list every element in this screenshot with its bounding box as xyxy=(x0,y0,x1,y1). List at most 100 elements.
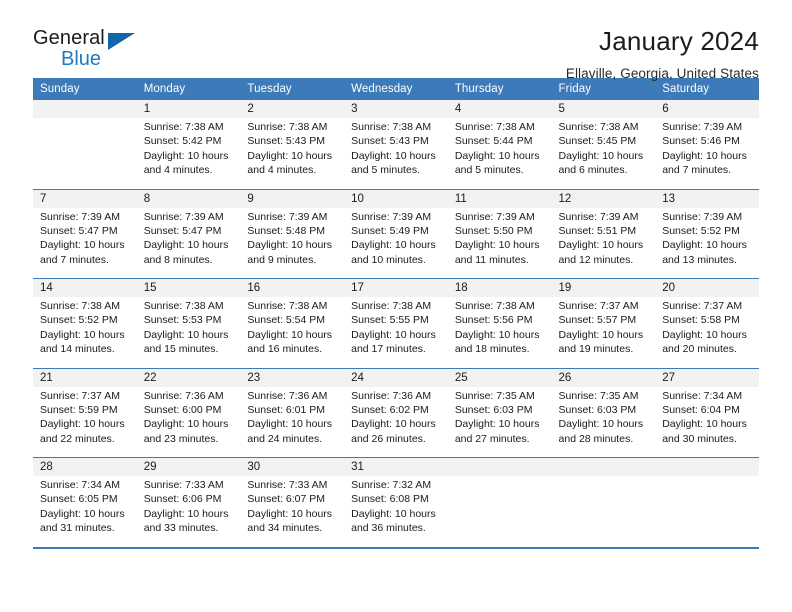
day-sunrise-text: Sunrise: 7:37 AM xyxy=(662,300,743,312)
day-daylight-1-text: Daylight: 10 hours xyxy=(662,418,747,431)
day-daylight-1-text: Daylight: 10 hours xyxy=(143,418,229,431)
day-daylight-1-text: Daylight: 10 hours xyxy=(454,149,540,162)
day-cell: Sunrise: 7:38 AM Sunset: 5:42 PM Daylight:… xyxy=(136,118,241,189)
day-sunrise-text: Sunrise: 7:38 AM xyxy=(351,121,432,133)
day-daylight-1-text: Daylight: 10 hours xyxy=(143,328,229,341)
day-number[interactable]: 25 xyxy=(447,367,552,387)
day-daylight-1-text: Daylight: 10 hours xyxy=(247,418,333,431)
day-cell: Sunrise: 7:38 AM Sunset: 5:43 PM Daylight:… xyxy=(344,118,448,189)
day-number[interactable]: 23 xyxy=(240,367,345,387)
day-number[interactable]: 29 xyxy=(136,457,241,476)
day-sunrise-text: Sunrise: 7:35 AM xyxy=(454,389,535,402)
day-daylight-1-text: Daylight: 10 hours xyxy=(40,328,125,341)
calendar-page: General Blue January 2024 Ellaville, Geo… xyxy=(0,0,792,612)
day-daylight-2-text: and 26 minutes. xyxy=(351,432,426,445)
day-number[interactable]: 2 xyxy=(240,100,345,118)
day-number[interactable]: 1 xyxy=(136,100,241,118)
day-cell: Sunrise: 7:38 AM Sunset: 5:55 PM Daylight:… xyxy=(344,297,448,368)
day-number[interactable]: 20 xyxy=(655,278,759,297)
day-number[interactable]: 27 xyxy=(655,367,759,387)
day-number[interactable]: 30 xyxy=(240,457,345,476)
day-sunset-text: Sunset: 5:50 PM xyxy=(454,224,533,237)
day-number[interactable]: 3 xyxy=(344,100,448,118)
day-sunset-text: Sunset: 6:03 PM xyxy=(454,403,533,416)
day-number[interactable]: 21 xyxy=(33,367,137,387)
day-number[interactable]: 8 xyxy=(136,188,241,208)
day-number[interactable]: 22 xyxy=(136,367,241,387)
day-number[interactable]: 13 xyxy=(655,188,759,208)
day-number[interactable]: 14 xyxy=(33,278,137,297)
day-number[interactable]: 16 xyxy=(240,278,345,297)
day-number-empty xyxy=(33,100,137,118)
day-daylight-2-text: and 13 minutes. xyxy=(662,253,737,266)
logo-text-general: General xyxy=(33,27,105,49)
day-daylight-2-text: and 7 minutes. xyxy=(662,164,732,177)
day-daylight-2-text: and 10 minutes. xyxy=(351,253,426,266)
day-cell: Sunrise: 7:34 AM Sunset: 6:05 PM Daylight:… xyxy=(33,476,137,547)
day-cell: Sunrise: 7:34 AM Sunset: 6:04 PM Daylight:… xyxy=(655,386,759,458)
day-cell: Sunrise: 7:39 AM Sunset: 5:48 PM Daylight:… xyxy=(240,207,345,279)
page-header: General Blue January 2024 Ellaville, Geo… xyxy=(33,0,759,81)
day-daylight-2-text: and 11 minutes. xyxy=(454,253,529,266)
day-number-empty xyxy=(551,457,656,476)
week-detail-row: Sunrise: 7:38 AM Sunset: 5:42 PM Daylight:… xyxy=(33,118,759,189)
day-number[interactable]: 11 xyxy=(447,188,552,208)
day-number[interactable]: 31 xyxy=(344,457,448,476)
day-daylight-1-text: Daylight: 10 hours xyxy=(558,149,644,162)
day-sunrise-text: Sunrise: 7:39 AM xyxy=(247,210,328,223)
day-number[interactable]: 9 xyxy=(240,188,345,208)
day-number[interactable]: 10 xyxy=(344,188,448,208)
day-daylight-1-text: Daylight: 10 hours xyxy=(143,149,229,162)
day-sunrise-text: Sunrise: 7:37 AM xyxy=(558,300,639,312)
day-cell: Sunrise: 7:36 AM Sunset: 6:01 PM Daylight:… xyxy=(240,386,345,458)
week-detail-row: Sunrise: 7:39 AM Sunset: 5:47 PM Daylight:… xyxy=(33,207,759,279)
day-number[interactable]: 18 xyxy=(447,278,552,297)
day-cell-empty xyxy=(447,476,552,547)
day-daylight-1-text: Daylight: 10 hours xyxy=(558,239,644,252)
day-daylight-1-text: Daylight: 10 hours xyxy=(247,239,333,252)
day-sunrise-text: Sunrise: 7:39 AM xyxy=(454,210,535,223)
day-number[interactable]: 26 xyxy=(551,367,656,387)
day-sunrise-text: Sunrise: 7:39 AM xyxy=(662,210,743,223)
general-blue-logo[interactable]: General Blue xyxy=(33,26,138,69)
day-daylight-2-text: and 22 minutes. xyxy=(40,432,115,445)
day-sunset-text: Sunset: 5:59 PM xyxy=(40,403,118,416)
day-number[interactable]: 12 xyxy=(551,188,656,208)
day-number[interactable]: 28 xyxy=(33,457,137,476)
day-sunset-text: Sunset: 5:49 PM xyxy=(351,224,429,237)
day-sunrise-text: Sunrise: 7:38 AM xyxy=(247,300,328,312)
day-daylight-1-text: Daylight: 10 hours xyxy=(351,507,436,520)
day-daylight-2-text: and 7 minutes. xyxy=(40,253,109,266)
day-daylight-1-text: Daylight: 10 hours xyxy=(143,239,229,252)
day-number[interactable]: 24 xyxy=(344,367,448,387)
page-subtitle: Ellaville, Georgia, United States xyxy=(565,66,759,81)
week-daynumber-row: 7 8 9 10 11 12 13 xyxy=(33,188,759,208)
day-sunset-text: Sunset: 6:06 PM xyxy=(143,493,222,506)
day-number-empty xyxy=(655,457,759,476)
day-daylight-2-text: and 16 minutes. xyxy=(247,343,323,356)
day-sunrise-text: Sunrise: 7:39 AM xyxy=(40,210,120,223)
day-sunset-text: Sunset: 6:08 PM xyxy=(351,493,429,506)
day-number[interactable]: 19 xyxy=(551,278,656,297)
week-detail-row: Sunrise: 7:37 AM Sunset: 5:59 PM Daylight:… xyxy=(33,386,759,458)
day-sunrise-text: Sunrise: 7:38 AM xyxy=(454,121,535,133)
day-number[interactable]: 4 xyxy=(447,100,552,118)
day-sunset-text: Sunset: 5:42 PM xyxy=(143,135,222,148)
day-daylight-2-text: and 34 minutes. xyxy=(247,522,323,535)
day-sunset-text: Sunset: 5:57 PM xyxy=(558,314,637,327)
day-number[interactable]: 15 xyxy=(136,278,241,297)
day-number[interactable]: 6 xyxy=(655,100,759,118)
day-cell: Sunrise: 7:39 AM Sunset: 5:47 PM Daylight:… xyxy=(136,207,241,279)
day-sunrise-text: Sunrise: 7:35 AM xyxy=(558,389,639,402)
weekday-header-wednesday: Wednesday xyxy=(344,78,448,100)
day-number[interactable]: 17 xyxy=(344,278,448,297)
day-daylight-1-text: Daylight: 10 hours xyxy=(454,418,540,431)
week-daynumber-row: 123456 xyxy=(33,100,759,118)
week-daynumber-row: 14 15 16 17 18 19 20 xyxy=(33,278,759,297)
day-sunrise-text: Sunrise: 7:34 AM xyxy=(662,389,743,402)
day-number[interactable]: 7 xyxy=(33,188,137,208)
day-number[interactable]: 5 xyxy=(551,100,656,118)
day-daylight-1-text: Daylight: 10 hours xyxy=(351,239,436,252)
day-sunset-text: Sunset: 5:46 PM xyxy=(662,135,740,148)
day-cell: Sunrise: 7:37 AM Sunset: 5:58 PM Daylight:… xyxy=(655,297,759,368)
